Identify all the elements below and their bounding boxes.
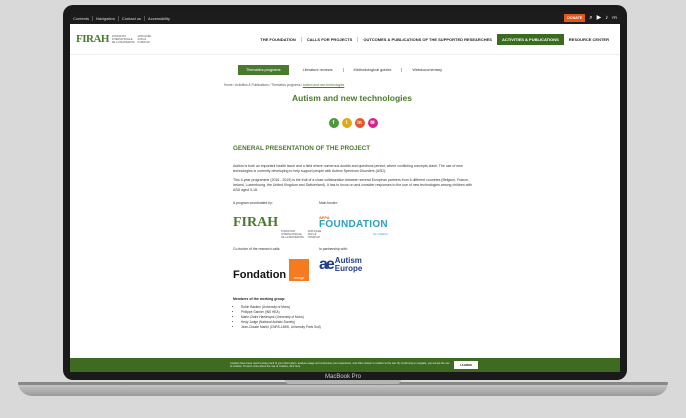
breadcrumb: Home / Activities & Publications / Thema… xyxy=(224,83,620,87)
share-buttons: f t in ✉ xyxy=(70,118,620,128)
topbar-link-accessibility[interactable]: Accessibility xyxy=(148,16,173,21)
logo-text: DE LA RECHERCHE xyxy=(281,236,304,239)
cofunder-label: Co-funder of the research calls: xyxy=(233,247,281,251)
laptop-notch xyxy=(285,380,401,384)
firah-logo[interactable]: FIRAH FONDATION INTERNATIONALE DE LA REC… xyxy=(76,33,151,45)
coordinated-label: A program coordinated by: xyxy=(233,201,273,205)
nav-calls-for-projects[interactable]: CALLS FOR PROJECTS xyxy=(302,36,359,42)
linkedin-icon[interactable]: in xyxy=(354,118,365,128)
logo-text: HANDICAP xyxy=(307,236,321,239)
tab-webdocumentary[interactable]: Webdocumentary xyxy=(402,68,452,72)
autism-europe-mark: ae xyxy=(319,256,335,273)
breadcrumb-path[interactable]: Home / Activities & Publications / Thema… xyxy=(224,83,303,87)
browser-screen: Contents Navigation Contact us Accessibi… xyxy=(70,12,620,372)
nav-the-foundation[interactable]: THE FOUNDATION xyxy=(255,36,302,42)
main-navigation: THE FOUNDATION CALLS FOR PROJECTS OUTCOM… xyxy=(255,33,614,45)
logo-text: HANDICAP xyxy=(137,40,150,44)
utility-bar: Contents Navigation Contact us Accessibi… xyxy=(70,12,620,24)
afpa-tagline: for children xyxy=(373,232,388,236)
article-content: GENERAL PRESENTATION OF THE PROJECT Auti… xyxy=(233,145,473,330)
facebook-icon[interactable]: f xyxy=(328,118,339,128)
funder-label: Main funder: xyxy=(319,201,338,205)
tab-methodological-guides[interactable]: Methodological guides xyxy=(344,68,403,72)
europe-text: Europe xyxy=(334,264,363,273)
afpa-foundation-logo[interactable]: AFPA FOUNDATION for children xyxy=(319,215,388,236)
topbar-link-contents[interactable]: Contents xyxy=(73,15,94,21)
mail-icon[interactable]: ✉ xyxy=(367,118,378,128)
topbar-link-contact[interactable]: Contact us xyxy=(122,15,146,21)
logo-text: DE LA RECHERCHE xyxy=(111,40,135,44)
list-item: Jean-Claude Martin (CNRS-LIMSI, Universi… xyxy=(241,325,473,330)
laptop-base xyxy=(18,382,668,396)
logo-mark: FIRAH xyxy=(233,215,279,230)
topbar-link-navigation[interactable]: Navigation xyxy=(96,15,119,21)
twitter-icon[interactable]: t xyxy=(341,118,352,128)
search-icon[interactable]: ⌕ xyxy=(589,15,592,21)
language-switch[interactable]: FR xyxy=(612,16,617,20)
autism-europe-logo[interactable]: ae Autism Europe xyxy=(319,256,362,274)
donate-button[interactable]: DONATE xyxy=(564,14,586,22)
twitter-icon[interactable]: ♪ xyxy=(605,15,608,21)
afpa-foundation-text: FOUNDATION xyxy=(319,219,388,230)
paragraph: Autism is both an important health issue… xyxy=(233,164,463,173)
paragraph: This 4-year programme (2016 - 2019) is t… xyxy=(233,178,472,192)
logo-mark: FIRAH xyxy=(76,33,109,45)
breadcrumb-current[interactable]: Autism and new technologies xyxy=(303,83,344,87)
members-list: Robin Bastien (University of Mons) Phili… xyxy=(233,305,473,330)
sub-navigation: Thematics programs Literature reviews Me… xyxy=(70,65,620,75)
fondation-text: Fondation xyxy=(233,269,287,281)
tab-thematics-programs[interactable]: Thematics programs xyxy=(237,65,289,75)
partnership-label: In partnership with: xyxy=(319,247,348,251)
members-heading: Members of the working group: xyxy=(233,297,286,301)
cookie-banner: Cookies have been used to keep track of … xyxy=(70,358,620,372)
firah-partner-logo[interactable]: FIRAH FONDATION INTERNATIONALE DE LA REC… xyxy=(233,215,321,239)
nav-resource-center[interactable]: RESOURCE CENTER xyxy=(564,37,614,42)
nav-outcomes[interactable]: OUTCOMES & PUBLICATIONS OF THE SUPPORTED… xyxy=(358,37,497,42)
cookie-agree-button[interactable]: I AGREE xyxy=(454,361,479,369)
fondation-orange-logo[interactable]: Fondation orange xyxy=(233,259,310,281)
youtube-icon[interactable]: ▶ xyxy=(597,15,602,21)
site-header: FIRAH FONDATION INTERNATIONALE DE LA REC… xyxy=(70,24,620,55)
section-heading: GENERAL PRESENTATION OF THE PROJECT xyxy=(233,145,371,152)
partners-block: A program coordinated by: Main funder: F… xyxy=(233,201,473,291)
nav-activities-publications[interactable]: ACTIVITIES & PUBLICATIONS xyxy=(496,33,564,45)
page-title: Autism and new technologies xyxy=(292,93,412,103)
tab-literature-reviews[interactable]: Literature reviews xyxy=(293,68,344,72)
orange-text: orange xyxy=(289,259,310,281)
cookie-text: Cookies have been used to keep track of … xyxy=(230,361,450,369)
